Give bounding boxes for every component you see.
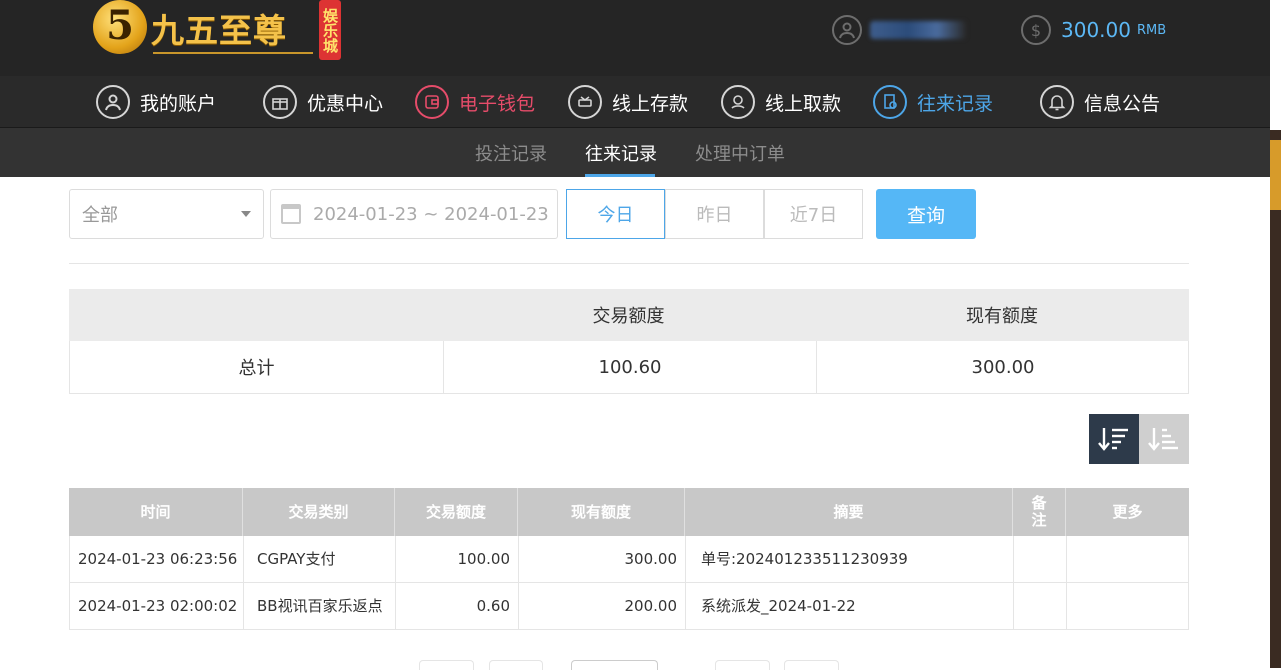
user-account[interactable]: [832, 14, 966, 46]
quick-date-last-7-days[interactable]: 近7日: [764, 189, 863, 239]
gift-icon: [263, 85, 297, 119]
quick-date-yesterday[interactable]: 昨日: [665, 189, 764, 239]
sub-nav: 投注记录 往来记录 处理中订单: [0, 128, 1270, 177]
query-button[interactable]: 查询: [876, 189, 976, 239]
col-amount: 交易额度: [394, 488, 517, 536]
cell-category: BB视讯百家乐返点: [243, 583, 395, 629]
cell-more[interactable]: [1066, 583, 1189, 629]
username-redacted: [870, 21, 966, 39]
summary-balance: 300.00: [816, 341, 1189, 393]
nav-my-account[interactable]: 我的账户: [96, 84, 216, 120]
bell-icon: [1040, 85, 1074, 119]
col-time: 时间: [140, 502, 171, 521]
cell-amount: 0.60: [395, 583, 518, 629]
records-header: 时间 交易类别 交易额度 现有额度 摘要 备注 更多: [69, 488, 1189, 536]
main-nav: 我的账户 优惠中心 电子钱包 线上存款 线上取款 往来记录 信息公告: [0, 76, 1270, 128]
col-balance: 现有额度: [517, 488, 684, 536]
nav-label: 我的账户: [140, 92, 217, 115]
user-icon: [832, 15, 862, 45]
summary-row: 总计 100.60 300.00: [69, 341, 1189, 394]
cell-more[interactable]: [1066, 536, 1189, 582]
balance-amount: 300.00: [1061, 18, 1131, 42]
pagination-next[interactable]: [715, 660, 770, 670]
cell-balance: 200.00: [518, 583, 685, 629]
tab-transaction-records[interactable]: 往来记录: [585, 140, 657, 166]
wallet-icon: [415, 85, 449, 119]
summary-amount: 100.60: [443, 341, 816, 393]
summary-col-amount: 交易额度: [592, 306, 665, 327]
sort-descending-button[interactable]: [1089, 414, 1139, 464]
col-category: 交易类别: [242, 488, 394, 536]
balance-currency: RMB: [1136, 22, 1167, 38]
calendar-icon: [281, 204, 301, 224]
logo-mark: 5: [93, 0, 147, 54]
pagination-first[interactable]: [419, 660, 474, 670]
user-icon: [96, 85, 130, 119]
active-tab-indicator: [585, 174, 655, 177]
tab-bet-records[interactable]: 投注记录: [475, 140, 547, 166]
cell-summary: 单号:202401233511230939: [685, 536, 1013, 582]
date-range-input[interactable]: 2024-01-23 ~ 2024-01-23: [270, 189, 558, 239]
deposit-icon: [568, 85, 602, 119]
nav-label: 线上取款: [765, 92, 842, 115]
summary-row-label: 总计: [238, 358, 275, 379]
divider: [69, 263, 1189, 264]
col-summary: 摘要: [684, 488, 1012, 536]
type-select[interactable]: 全部: [69, 189, 264, 239]
nav-label: 线上存款: [612, 92, 689, 115]
dollar-icon: $: [1021, 15, 1051, 45]
col-note: 备注: [1012, 488, 1065, 536]
summary-col-balance: 现有额度: [966, 306, 1038, 327]
nav-transaction-records[interactable]: 往来记录: [873, 84, 993, 120]
cell-note: [1013, 583, 1066, 629]
withdraw-icon: [721, 85, 755, 119]
pagination-last[interactable]: [784, 660, 839, 670]
sort-desc-icon: [1098, 428, 1128, 451]
site-logo[interactable]: 5 九五至尊 娱乐城: [93, 0, 343, 66]
cell-time: 2024-01-23 06:23:56: [78, 550, 238, 568]
nav-label: 信息公告: [1084, 92, 1161, 115]
logo-text: 九五至尊: [151, 11, 287, 50]
top-header: 5 九五至尊 娱乐城 $ 300.00 RMB: [0, 0, 1270, 76]
logo-ornament: [153, 52, 313, 54]
cell-note: [1013, 536, 1066, 582]
cell-summary: 系统派发_2024-01-22: [685, 583, 1013, 629]
logo-badge: 娱乐城: [319, 0, 341, 60]
nav-label: 往来记录: [917, 92, 994, 115]
nav-e-wallet[interactable]: 电子钱包: [415, 84, 535, 120]
cell-time: 2024-01-23 02:00:02: [78, 597, 238, 615]
date-range-value: 2024-01-23 ~ 2024-01-23: [313, 203, 549, 225]
cell-category: CGPAY支付: [243, 536, 395, 582]
sort-ascending-button[interactable]: [1139, 414, 1189, 464]
nav-label: 优惠中心: [307, 92, 384, 115]
table-row: 2024-01-23 02:00:02 BB视讯百家乐返点 0.60 200.0…: [69, 583, 1189, 630]
cell-amount: 100.00: [395, 536, 518, 582]
quick-date-today[interactable]: 今日: [566, 189, 665, 239]
nav-online-deposit[interactable]: 线上存款: [568, 84, 688, 120]
summary-header: 交易额度 现有额度: [69, 289, 1189, 341]
side-strip-top: [1270, 0, 1281, 130]
nav-announcements[interactable]: 信息公告: [1040, 84, 1160, 120]
records-icon: [873, 85, 907, 119]
tab-pending-orders[interactable]: 处理中订单: [695, 140, 785, 166]
nav-online-withdraw[interactable]: 线上取款: [721, 84, 841, 120]
nav-promotions[interactable]: 优惠中心: [263, 84, 383, 120]
balance-display: $ 300.00 RMB: [1021, 14, 1166, 46]
chevron-down-icon: [241, 211, 251, 217]
sort-asc-icon: [1148, 428, 1178, 451]
cell-balance: 300.00: [518, 536, 685, 582]
pagination-prev[interactable]: [489, 660, 543, 670]
col-more: 更多: [1065, 488, 1189, 536]
pagination-page-input[interactable]: [571, 660, 658, 670]
type-select-value: 全部: [82, 205, 118, 226]
table-row: 2024-01-23 06:23:56 CGPAY支付 100.00 300.0…: [69, 536, 1189, 583]
side-strip-accent: [1270, 140, 1281, 210]
nav-label: 电子钱包: [459, 92, 536, 115]
